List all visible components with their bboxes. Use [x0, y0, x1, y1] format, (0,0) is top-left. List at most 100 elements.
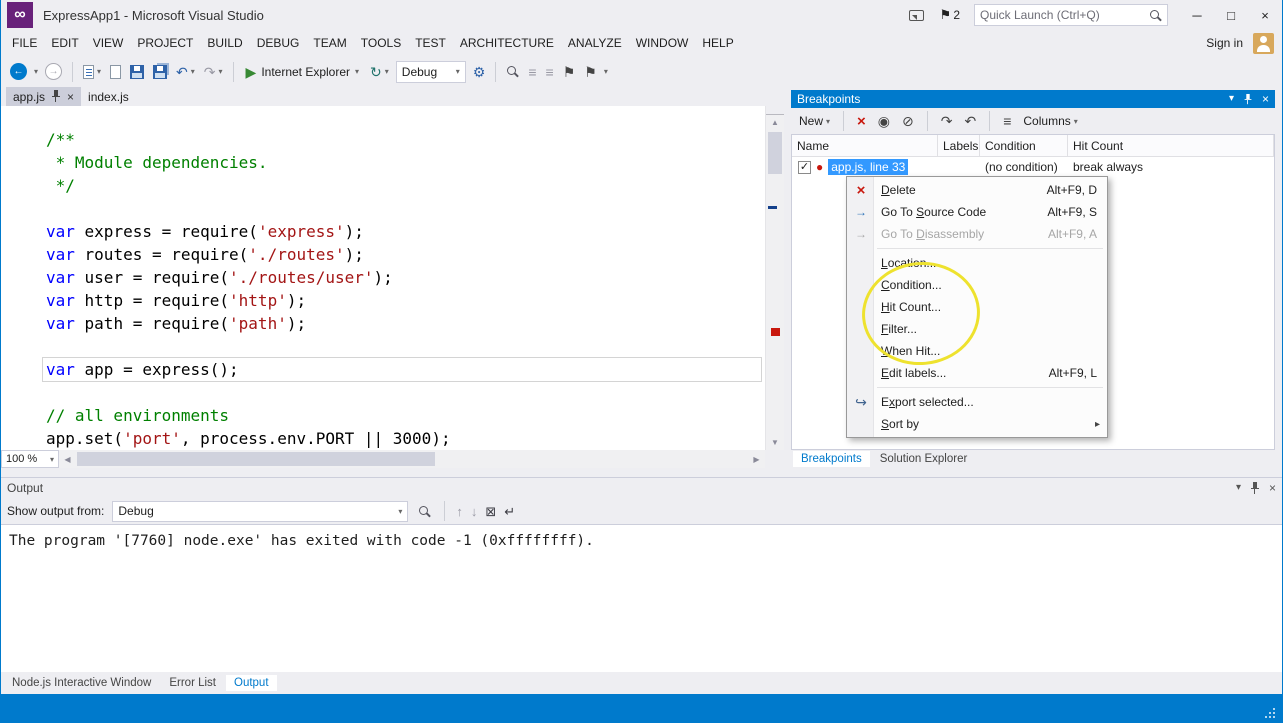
code-line[interactable]: */ [46, 174, 765, 197]
quick-launch-box[interactable] [974, 4, 1168, 26]
editor-tab-index.js[interactable]: index.js [81, 87, 136, 106]
pin-icon[interactable] [1250, 482, 1260, 495]
menu-window[interactable]: WINDOW [629, 32, 696, 54]
open-file-button[interactable] [108, 60, 123, 84]
menu-file[interactable]: FILE [5, 32, 44, 54]
pin-icon[interactable] [1244, 93, 1253, 104]
horizontal-scrollbar-thumb[interactable] [77, 452, 435, 466]
editor-tab-app.js[interactable]: app.js× [6, 87, 81, 106]
save-all-button[interactable] [151, 60, 169, 84]
columns-button[interactable]: Columns▾ [1021, 109, 1079, 133]
run-target-dropdown-icon[interactable]: ▾ [355, 67, 359, 76]
code-line[interactable]: /** [46, 128, 765, 151]
scroll-right-icon[interactable]: ▶ [748, 450, 765, 468]
next-bookmark-button[interactable]: ⚑ [582, 60, 599, 84]
user-avatar-icon[interactable] [1253, 33, 1274, 54]
context-menu-item-export-selected[interactable]: ↪Export selected... [847, 391, 1107, 413]
panel-tab-breakpoints[interactable]: Breakpoints [793, 451, 870, 467]
navigate-dropdown-icon[interactable]: ▾ [34, 67, 38, 76]
solution-platforms-button[interactable]: ⚙ [471, 60, 488, 84]
code-line[interactable]: * Module dependencies. [46, 151, 765, 174]
disable-all-breakpoints-button[interactable]: ⊘ [900, 109, 916, 133]
column-header-hit-count[interactable]: Hit Count [1068, 135, 1274, 156]
bottom-tab-output[interactable]: Output [226, 675, 277, 691]
code-line[interactable]: app.set('port', process.env.PORT || 3000… [46, 427, 765, 450]
start-debugging-button[interactable]: ▶ Internet Explorer ▾ [242, 65, 364, 79]
close-panel-icon[interactable]: × [1262, 93, 1269, 105]
code-area[interactable]: /** * Module dependencies. */ var expres… [1, 106, 765, 450]
export-breakpoints-button[interactable]: ↷ [939, 109, 955, 133]
menu-build[interactable]: BUILD [200, 32, 249, 54]
menu-project[interactable]: PROJECT [130, 32, 200, 54]
next-message-icon[interactable]: ↓ [471, 505, 478, 518]
vertical-scrollbar-thumb[interactable] [768, 132, 782, 174]
comment-lines-button[interactable]: ≡ [526, 60, 538, 84]
search-icon[interactable] [1149, 9, 1162, 22]
toolbar-overflow-icon[interactable]: ▾ [604, 67, 608, 76]
code-line[interactable]: var express = require('express'); [46, 220, 765, 243]
menu-team[interactable]: TEAM [306, 32, 353, 54]
bottom-tab-node-js-interactive-window[interactable]: Node.js Interactive Window [4, 675, 159, 691]
menu-help[interactable]: HELP [695, 32, 740, 54]
go-to-source-toolbar-button[interactable]: ≡ [1001, 109, 1013, 133]
window-position-icon[interactable]: ▾ [1229, 94, 1234, 104]
quick-launch-input[interactable] [980, 8, 1149, 22]
menu-view[interactable]: VIEW [86, 32, 131, 54]
find-message-button[interactable] [416, 499, 433, 523]
context-menu-item-condition[interactable]: Condition... [847, 274, 1107, 296]
undo-button[interactable]: ↶▾ [174, 60, 197, 84]
horizontal-scrollbar[interactable]: ◀ ▶ [59, 450, 765, 468]
breakpoint-name[interactable]: app.js, line 33 [828, 159, 908, 175]
new-file-button[interactable]: ▾ [81, 60, 103, 84]
column-header-condition[interactable]: Condition [980, 135, 1068, 156]
menu-debug[interactable]: DEBUG [250, 32, 307, 54]
save-button[interactable] [128, 60, 146, 84]
menu-test[interactable]: TEST [408, 32, 453, 54]
clear-all-icon[interactable]: ⊠ [485, 505, 496, 518]
minimize-button[interactable]: ─ [1180, 1, 1214, 29]
close-panel-icon[interactable]: × [1269, 482, 1276, 494]
delete-breakpoint-button[interactable]: × [855, 109, 868, 133]
menu-tools[interactable]: TOOLS [354, 32, 408, 54]
previous-message-icon[interactable]: ↑ [456, 505, 463, 518]
code-line[interactable]: var user = require('./routes/user'); [46, 266, 765, 289]
navigate-back-button[interactable]: ← [8, 60, 29, 84]
window-position-icon[interactable]: ▾ [1236, 483, 1241, 493]
output-source-combo[interactable]: Debug ▾ [112, 501, 408, 522]
maximize-button[interactable]: □ [1214, 1, 1248, 29]
code-line[interactable] [46, 381, 765, 404]
code-line[interactable]: var app = express(); [43, 358, 761, 381]
close-button[interactable]: × [1248, 1, 1282, 29]
find-in-files-button[interactable] [504, 60, 521, 84]
context-menu-item-sort-by[interactable]: Sort by▸ [847, 413, 1107, 435]
column-header-labels[interactable]: Labels [938, 135, 980, 156]
context-menu-item-when-hit[interactable]: When Hit... [847, 340, 1107, 362]
uncomment-lines-button[interactable]: ≡ [544, 60, 556, 84]
code-line[interactable]: var path = require('path'); [46, 312, 765, 335]
import-breakpoints-button[interactable]: ↶ [962, 109, 978, 133]
context-menu-item-filter[interactable]: Filter... [847, 318, 1107, 340]
panel-tab-solution-explorer[interactable]: Solution Explorer [872, 451, 976, 467]
redo-button[interactable]: ↷▾ [202, 60, 225, 84]
menu-architecture[interactable]: ARCHITECTURE [453, 32, 561, 54]
code-line[interactable]: // all environments [46, 404, 765, 427]
notifications-button[interactable]: ⚑ 2 [940, 7, 960, 23]
menu-edit[interactable]: EDIT [44, 32, 85, 54]
vertical-scrollbar[interactable]: ▲ ▼ [765, 106, 784, 450]
resize-grip[interactable] [1265, 706, 1277, 718]
scroll-down-icon[interactable]: ▼ [766, 435, 784, 450]
feedback-icon[interactable] [909, 10, 924, 21]
refresh-button[interactable]: ↻▾ [368, 60, 391, 84]
solution-configuration-combo[interactable]: Debug ▾ [396, 61, 466, 83]
breakpoints-panel-header[interactable]: Breakpoints ▾ × [791, 90, 1275, 108]
sign-in-link[interactable]: Sign in [1206, 36, 1243, 50]
navigate-forward-button[interactable]: → [43, 60, 64, 84]
context-menu-item-edit-labels[interactable]: Edit labels...Alt+F9, L [847, 362, 1107, 384]
word-wrap-icon[interactable]: ↵ [504, 505, 515, 518]
previous-bookmark-button[interactable]: ⚑ [561, 60, 578, 84]
code-line[interactable]: var http = require('http'); [46, 289, 765, 312]
output-text[interactable]: The program '[7760] node.exe' has exited… [1, 524, 1282, 672]
zoom-level-combo[interactable]: 100 % ▾ [1, 450, 59, 468]
context-menu-item-go-to-source-code[interactable]: →Go To Source CodeAlt+F9, S [847, 201, 1107, 223]
breakpoint-checkbox[interactable]: ✓ [798, 161, 811, 174]
